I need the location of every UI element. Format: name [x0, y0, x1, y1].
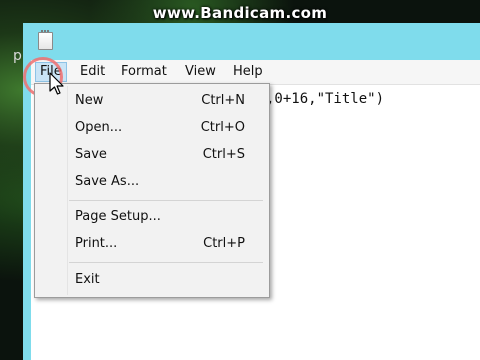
menu-item-shortcut: Ctrl+S	[202, 147, 245, 162]
menu-help[interactable]: Help	[229, 63, 267, 81]
menu-item-label: Open...	[75, 120, 123, 135]
menu-edit[interactable]: Edit	[76, 63, 109, 81]
menu-item-label: Save	[75, 147, 107, 162]
menu-format[interactable]: Format	[117, 63, 171, 81]
file-menu-dropdown: New Ctrl+N Open... Ctrl+O Save Ctrl+S Sa…	[34, 83, 270, 298]
menu-item-shortcut: Ctrl+O	[200, 120, 245, 135]
recording-watermark: www.Bandicam.com	[152, 4, 328, 22]
menu-item-shortcut: Ctrl+N	[201, 93, 245, 108]
menu-item-label: Exit	[75, 272, 100, 287]
menu-item-page-setup[interactable]: Page Setup...	[35, 205, 269, 229]
menu-item-label: Print...	[75, 236, 118, 251]
menu-bar: File Edit Format View Help	[31, 60, 480, 85]
menu-item-shortcut: Ctrl+P	[203, 236, 245, 251]
mouse-pointer-icon	[49, 72, 64, 95]
editor-content[interactable]: ,0+16,"Title")	[266, 91, 384, 107]
menu-separator	[69, 200, 263, 201]
menu-item-save-as[interactable]: Save As...	[35, 170, 269, 194]
menu-item-exit[interactable]: Exit	[35, 268, 269, 292]
menu-item-print[interactable]: Print... Ctrl+P	[35, 232, 269, 256]
menu-item-label: New	[75, 93, 104, 108]
title-bar[interactable]	[23, 23, 480, 60]
notepad-icon[interactable]	[38, 30, 53, 50]
menu-item-label: Save As...	[75, 174, 140, 189]
menu-item-label: Page Setup...	[75, 209, 161, 224]
menu-separator	[69, 262, 263, 263]
menu-item-save[interactable]: Save Ctrl+S	[35, 143, 269, 167]
menu-item-open[interactable]: Open... Ctrl+O	[35, 116, 269, 140]
menu-item-new[interactable]: New Ctrl+N	[35, 89, 269, 113]
background-window-text: p	[13, 48, 22, 64]
menu-view[interactable]: View	[181, 63, 220, 81]
